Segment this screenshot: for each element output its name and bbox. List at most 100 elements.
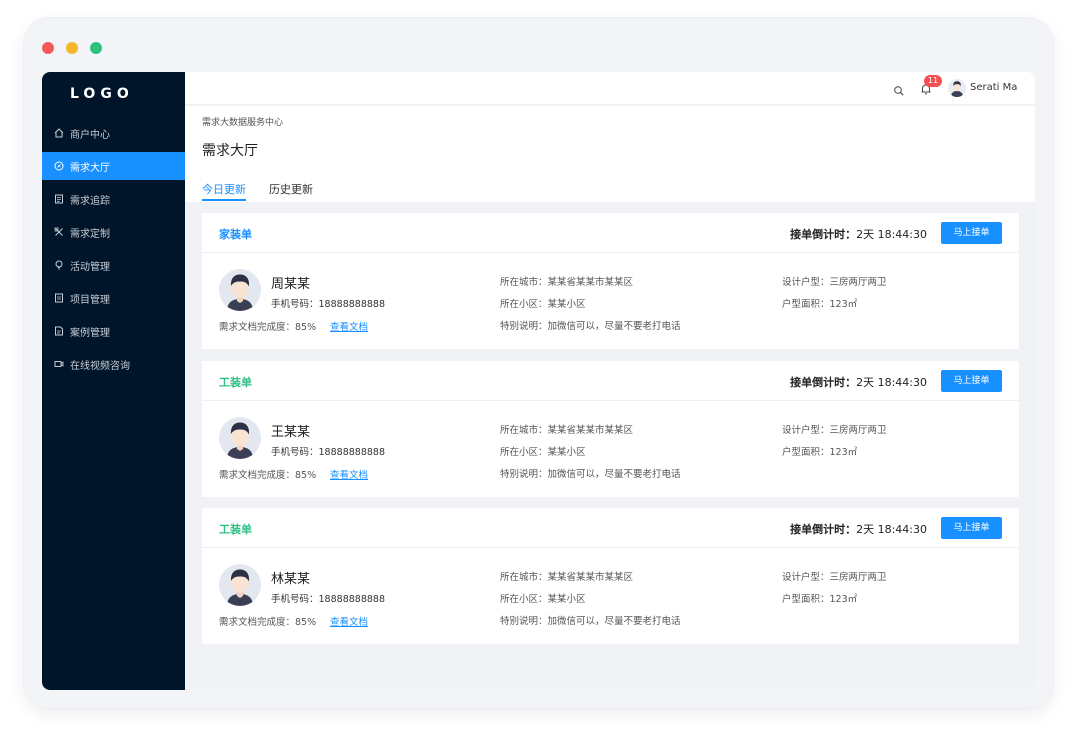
area-field: 户型面积：123㎡ bbox=[782, 444, 857, 458]
sidebar-item-case-management[interactable]: 案例管理 bbox=[42, 317, 185, 345]
city-label: 所在城市： bbox=[500, 425, 548, 436]
card-header: 工装单 接单倒计时：2天 18:44:30 马上接单 bbox=[202, 508, 1019, 548]
sidebar-item-demand-hall[interactable]: 需求大厅 bbox=[42, 152, 185, 180]
card-header: 工装单 接单倒计时：2天 18:44:30 马上接单 bbox=[202, 361, 1019, 401]
community-label: 所在小区： bbox=[500, 447, 548, 458]
customer-avatar bbox=[219, 564, 261, 606]
community-value: 某某小区 bbox=[547, 299, 586, 310]
countdown-value: 2天 18:44:30 bbox=[856, 228, 927, 241]
sidebar-item-label: 需求追踪 bbox=[70, 195, 110, 207]
view-document-link[interactable]: 查看文档 bbox=[330, 614, 368, 628]
bulb-icon bbox=[54, 260, 64, 270]
close-window-dot[interactable] bbox=[42, 42, 54, 54]
city-field: 所在城市：某某省某某市某某区 bbox=[500, 569, 633, 583]
countdown-label: 接单倒计时： bbox=[790, 523, 857, 536]
progress-label: 需求文档完成度： bbox=[219, 617, 296, 628]
order-card: 家装单 接单倒计时：2天 18:44:30 马上接单周某某手机号码：18888888… bbox=[202, 213, 1019, 349]
sidebar-item-merchant-center[interactable]: 商户中心 bbox=[42, 119, 185, 147]
area-value: 123㎡ bbox=[829, 299, 858, 310]
order-type-label: 工装单 bbox=[219, 376, 252, 389]
sidebar-item-activity-management[interactable]: 活动管理 bbox=[42, 251, 185, 279]
search-icon[interactable] bbox=[893, 82, 905, 96]
order-type-label: 家装单 bbox=[219, 228, 252, 241]
community-field: 所在小区：某某小区 bbox=[500, 591, 586, 605]
sidebar-item-label: 需求大厅 bbox=[70, 162, 110, 174]
top-header: 11 Serati Ma bbox=[185, 72, 1035, 105]
doc-progress: 需求文档完成度：85% bbox=[219, 614, 316, 628]
progress-value: 85% bbox=[295, 617, 317, 628]
layout-field: 设计户型：三房两厅两卫 bbox=[782, 422, 887, 436]
customer-phone: 手机号码：18888888888 bbox=[271, 296, 385, 310]
app-frame: LOGO 商户中心 需求大厅 需求追踪 需求定制 活动管理 项目管理 案例管理 … bbox=[42, 72, 1035, 690]
city-field: 所在城市：某某省某某市某某区 bbox=[500, 274, 633, 288]
community-value: 某某小区 bbox=[547, 594, 586, 605]
city-field: 所在城市：某某省某某市某某区 bbox=[500, 422, 633, 436]
breadcrumb[interactable]: 需求大数据服务中心 bbox=[202, 115, 283, 128]
order-type-label: 工装单 bbox=[219, 523, 252, 536]
customer-avatar bbox=[219, 269, 261, 311]
note-value: 加微信可以，尽量不要老打电话 bbox=[547, 321, 681, 332]
area-value: 123㎡ bbox=[829, 594, 858, 605]
doc-progress: 需求文档完成度：85% bbox=[219, 319, 316, 333]
tab-history-updates[interactable]: 历史更新 bbox=[269, 181, 313, 197]
countdown-label: 接单倒计时： bbox=[790, 376, 857, 389]
sidebar-item-label: 案例管理 bbox=[70, 327, 110, 339]
home-icon bbox=[54, 128, 64, 138]
username[interactable]: Serati Ma bbox=[970, 82, 1017, 93]
accept-order-button[interactable]: 马上接单 bbox=[941, 222, 1002, 244]
view-document-link[interactable]: 查看文档 bbox=[330, 467, 368, 481]
doc-icon bbox=[54, 194, 64, 204]
layout-label: 设计户型： bbox=[782, 425, 830, 436]
area-value: 123㎡ bbox=[829, 447, 858, 458]
sidebar-item-label: 在线视频咨询 bbox=[70, 360, 130, 372]
customer-avatar bbox=[219, 417, 261, 459]
tab-today-updates[interactable]: 今日更新 bbox=[202, 181, 246, 197]
area-label: 户型面积： bbox=[782, 594, 830, 605]
area-label: 户型面积： bbox=[782, 447, 830, 458]
customer-phone: 手机号码：18888888888 bbox=[271, 591, 385, 605]
note-label: 特别说明： bbox=[500, 469, 548, 480]
sidebar-menu: 商户中心 需求大厅 需求追踪 需求定制 活动管理 项目管理 案例管理 在线视频咨… bbox=[42, 119, 185, 383]
sidebar-item-label: 需求定制 bbox=[70, 228, 110, 240]
phone-label: 手机号码： bbox=[271, 594, 319, 605]
area-label: 户型面积： bbox=[782, 299, 830, 310]
accept-order-button[interactable]: 马上接单 bbox=[941, 370, 1002, 392]
countdown: 接单倒计时：2天 18:44:30 bbox=[790, 226, 927, 242]
sidebar-item-project-management[interactable]: 项目管理 bbox=[42, 284, 185, 312]
minimize-window-dot[interactable] bbox=[66, 42, 78, 54]
countdown: 接单倒计时：2天 18:44:30 bbox=[790, 374, 927, 390]
order-card: 工装单 接单倒计时：2天 18:44:30 马上接单 林某某 手机号码：18888888… bbox=[202, 508, 1019, 644]
maximize-window-dot[interactable] bbox=[90, 42, 102, 54]
sidebar: LOGO 商户中心 需求大厅 需求追踪 需求定制 活动管理 项目管理 案例管理 … bbox=[42, 72, 185, 690]
progress-value: 85% bbox=[295, 322, 317, 333]
view-document-link[interactable]: 查看文档 bbox=[330, 319, 368, 333]
layout-field: 设计户型：三房两厅两卫 bbox=[782, 569, 887, 583]
countdown-label: 接单倒计时： bbox=[790, 228, 857, 241]
layout-label: 设计户型： bbox=[782, 277, 830, 288]
sidebar-item-demand-tracking[interactable]: 需求追踪 bbox=[42, 185, 185, 213]
accept-order-button[interactable]: 马上接单 bbox=[941, 517, 1002, 539]
phone-label: 手机号码： bbox=[271, 299, 319, 310]
sidebar-item-label: 项目管理 bbox=[70, 294, 110, 306]
customer-name: 王某某 bbox=[271, 425, 311, 440]
active-tab-indicator bbox=[202, 199, 246, 201]
area-field: 户型面积：123㎡ bbox=[782, 296, 857, 310]
community-label: 所在小区： bbox=[500, 299, 548, 310]
sidebar-item-video-consult[interactable]: 在线视频咨询 bbox=[42, 350, 185, 378]
sidebar-item-label: 商户中心 bbox=[70, 129, 110, 141]
layout-value: 三房两厅两卫 bbox=[829, 425, 887, 436]
sidebar-item-demand-custom[interactable]: 需求定制 bbox=[42, 218, 185, 246]
area-field: 户型面积：123㎡ bbox=[782, 591, 857, 605]
phone-value: 18888888888 bbox=[318, 299, 386, 310]
city-value: 某某省某某市某某区 bbox=[547, 572, 634, 583]
city-label: 所在城市： bbox=[500, 277, 548, 288]
note-field: 特别说明：加微信可以，尽量不要老打电话 bbox=[500, 613, 681, 627]
community-field: 所在小区：某某小区 bbox=[500, 444, 586, 458]
avatar[interactable] bbox=[948, 79, 966, 97]
phone-value: 18888888888 bbox=[318, 594, 386, 605]
city-value: 某某省某某市某某区 bbox=[547, 277, 634, 288]
order-card: 工装单 接单倒计时：2天 18:44:30 马上接单 王某某 手机号码：18888888… bbox=[202, 361, 1019, 497]
customer-name: 林某某 bbox=[271, 572, 311, 587]
city-value: 某某省某某市某某区 bbox=[547, 425, 634, 436]
customer-name: 周某某 bbox=[271, 277, 311, 292]
